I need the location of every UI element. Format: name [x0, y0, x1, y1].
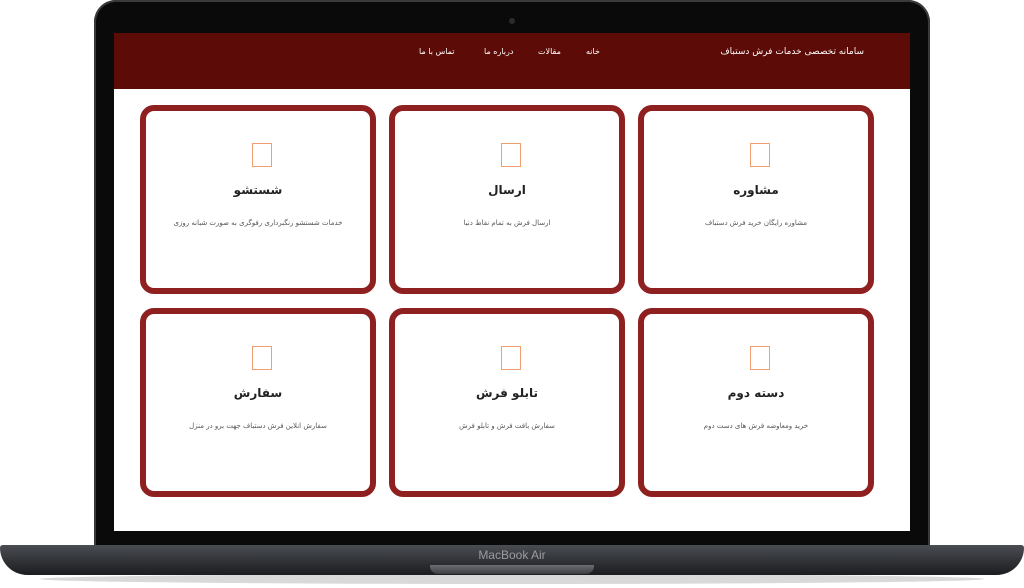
image-placeholder-icon [501, 143, 521, 167]
device-label: MacBook Air [478, 548, 546, 562]
image-placeholder-icon [750, 143, 770, 167]
laptop-screen: سامانه تخصصی خدمات فرش دستباف خانه مقالا… [114, 33, 910, 531]
service-card-consulting[interactable]: مشاوره مشاوره رایگان خرید فرش دستباف [638, 105, 874, 294]
card-title: شستشو [233, 183, 283, 197]
laptop-notch [430, 565, 594, 574]
nav-about[interactable]: درباره ما [484, 47, 513, 56]
image-placeholder-icon [252, 143, 272, 167]
card-description: سفارش انلاین فرش دستباف جهت برو در منزل [189, 422, 327, 430]
card-description: سفارش بافت فرش و تابلو فرش [459, 422, 555, 430]
card-description: خدمات شستشو رنگبرداری رفوگری به صورت شبا… [173, 219, 343, 227]
image-placeholder-icon [252, 346, 272, 370]
webcam-icon [509, 18, 515, 24]
services-grid: مشاوره مشاوره رایگان خرید فرش دستباف ارس… [140, 105, 888, 509]
service-card-washing[interactable]: شستشو خدمات شستشو رنگبرداری رفوگری به صو… [140, 105, 376, 294]
nav-home[interactable]: خانه [586, 47, 600, 56]
service-card-carpet-tableau[interactable]: تابلو فرش سفارش بافت فرش و تابلو فرش [389, 308, 625, 497]
main-nav: خانه مقالات درباره ما تماس با ما [114, 47, 910, 61]
laptop-shadow [40, 574, 984, 584]
card-title: دسته دوم [727, 386, 785, 400]
card-description: خرید ومعاوضه فرش های دست دوم [703, 422, 809, 430]
site-header: سامانه تخصصی خدمات فرش دستباف خانه مقالا… [114, 33, 910, 89]
card-title: تابلو فرش [476, 386, 538, 400]
nav-contact[interactable]: تماس با ما [419, 47, 455, 56]
image-placeholder-icon [501, 346, 521, 370]
card-title: ارسال [488, 183, 526, 197]
image-placeholder-icon [750, 346, 770, 370]
card-description: ارسال فرش به تمام نقاط دنیا [463, 219, 551, 227]
service-card-second-hand[interactable]: دسته دوم خرید ومعاوضه فرش های دست دوم [638, 308, 874, 497]
card-title: سفارش [233, 386, 283, 400]
nav-articles[interactable]: مقالات [538, 47, 561, 56]
card-description: مشاوره رایگان خرید فرش دستباف [704, 219, 808, 227]
service-card-order[interactable]: سفارش سفارش انلاین فرش دستباف جهت برو در… [140, 308, 376, 497]
service-card-shipping[interactable]: ارسال ارسال فرش به تمام نقاط دنیا [389, 105, 625, 294]
card-title: مشاوره [733, 183, 779, 197]
